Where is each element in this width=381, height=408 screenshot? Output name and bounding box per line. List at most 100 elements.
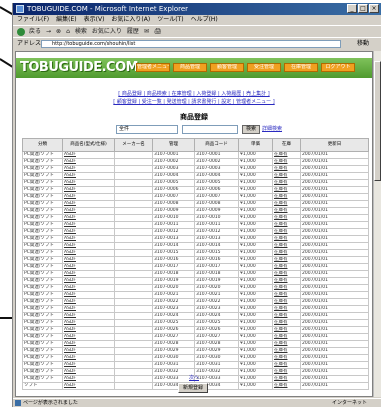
print-button[interactable]: 🖨 — [153, 27, 163, 36]
col-header-price[interactable]: 単価 — [238, 138, 273, 152]
favorites-button[interactable]: お気に入り — [91, 27, 123, 36]
table-cell[interactable]: 在庫有 — [272, 305, 301, 313]
table-cell[interactable]: 在庫有 — [272, 193, 301, 201]
table-row[interactable]: PC関連/ソフト ASDF 3107-0006 3107-0006 ¥1,000 在庫有 2… — [22, 186, 369, 194]
table-row[interactable]: PC関連/ソフト ASDF 3107-0005 3107-0005 ¥1,000 在庫有 2… — [22, 179, 369, 187]
table-cell[interactable]: 在庫有 — [272, 186, 301, 194]
history-button[interactable]: 履歴 — [126, 27, 140, 36]
table-cell[interactable]: ASDF — [62, 186, 115, 194]
table-cell[interactable]: 在庫有 — [272, 256, 301, 264]
table-row[interactable]: PC関連/ソフト ASDF 3107-0022 3107-0022 ¥1,000 在庫有 2… — [22, 298, 369, 306]
table-cell[interactable]: ASDF — [62, 333, 115, 341]
table-cell[interactable]: 在庫有 — [272, 151, 301, 159]
stop-button[interactable]: ⊗ — [55, 27, 62, 36]
table-cell[interactable]: 在庫有 — [272, 333, 301, 341]
table-row[interactable]: PC関連/ソフト ASDF 3107-0028 3107-0028 ¥1,000 在庫有 2… — [22, 340, 369, 348]
table-cell[interactable]: ASDF — [62, 361, 115, 369]
table-row[interactable]: PC関連/ソフト ASDF 3107-0019 3107-0019 ¥1,000 在庫有 2… — [22, 277, 369, 285]
menu-view[interactable]: 表示(V) — [84, 15, 105, 25]
table-cell[interactable]: 在庫有 — [272, 228, 301, 236]
table-cell[interactable]: 在庫有 — [272, 277, 301, 285]
col-header-category[interactable]: 分類 — [22, 138, 63, 152]
search-input[interactable] — [182, 125, 238, 134]
menu-favorites[interactable]: お気に入り(A) — [111, 15, 150, 25]
table-row[interactable]: PC関連/ソフト ASDF 3107-0017 3107-0017 ¥1,000 在庫有 2… — [22, 263, 369, 271]
table-row[interactable]: PC関連/ソフト ASDF 3107-0001 3107-0001 ¥1,000 在庫有 2… — [22, 151, 369, 159]
table-row[interactable]: PC関連/ソフト ASDF 3107-0009 3107-0009 ¥1,000 在庫有 2… — [22, 207, 369, 215]
go-button[interactable]: 移動 — [357, 39, 369, 49]
table-cell[interactable]: 在庫有 — [272, 200, 301, 208]
table-cell[interactable]: 在庫有 — [272, 382, 301, 390]
search-submit-button[interactable]: 検索 — [242, 125, 261, 134]
table-row[interactable]: PC関連/ソフト ASDF 3107-0020 3107-0020 ¥1,000 在庫有 2… — [22, 284, 369, 292]
table-cell[interactable]: 在庫有 — [272, 340, 301, 348]
table-cell[interactable]: 在庫有 — [272, 361, 301, 369]
table-cell[interactable]: 在庫有 — [272, 354, 301, 362]
table-cell[interactable]: ASDF — [62, 326, 115, 334]
table-row[interactable]: PC関連/ソフト ASDF 3107-0016 3107-0016 ¥1,000 在庫有 2… — [22, 256, 369, 264]
table-cell[interactable]: 在庫有 — [272, 172, 301, 180]
col-header-maker[interactable]: メーカー名 — [114, 138, 153, 152]
table-cell[interactable]: 在庫有 — [272, 284, 301, 292]
table-cell[interactable]: ASDF — [62, 319, 115, 327]
table-cell[interactable]: 在庫有 — [272, 298, 301, 306]
table-cell[interactable]: ASDF — [62, 270, 115, 278]
table-cell[interactable]: ASDF — [62, 172, 115, 180]
site-logo[interactable]: TOBUGUIDE.COM — [20, 60, 139, 75]
table-cell[interactable]: 在庫有 — [272, 235, 301, 243]
table-cell[interactable]: ASDF — [62, 340, 115, 348]
table-cell[interactable]: 在庫有 — [272, 263, 301, 271]
table-cell[interactable]: ASDF — [62, 298, 115, 306]
table-cell[interactable]: ASDF — [62, 207, 115, 215]
col-header-updated[interactable]: 更新日 — [300, 138, 369, 152]
table-cell[interactable]: ASDF — [62, 179, 115, 187]
category-select[interactable]: 全件 — [116, 125, 178, 134]
scroll-thumb[interactable] — [374, 61, 381, 181]
table-row[interactable]: PC関連/ソフト ASDF 3107-0026 3107-0026 ¥1,000 在庫有 2… — [22, 326, 369, 334]
table-cell[interactable]: ASDF — [62, 354, 115, 362]
table-cell[interactable]: 在庫有 — [272, 214, 301, 222]
table-row[interactable]: PC関連/ソフト ASDF 3107-0004 3107-0004 ¥1,000 在庫有 2… — [22, 172, 369, 180]
table-cell[interactable]: ASDF — [62, 221, 115, 229]
table-row[interactable]: PC関連/ソフト ASDF 3107-0015 3107-0015 ¥1,000 在庫有 2… — [22, 249, 369, 257]
table-cell[interactable]: ASDF — [62, 193, 115, 201]
next-page-link[interactable]: 次へ — [16, 374, 372, 381]
nav-tab-logout[interactable]: ログアウト — [321, 63, 355, 72]
table-cell[interactable]: ASDF — [62, 291, 115, 299]
table-row[interactable]: PC関連/ソフト ASDF 3107-0030 3107-0030 ¥1,000 在庫有 2… — [22, 354, 369, 362]
table-cell[interactable]: ASDF — [62, 305, 115, 313]
table-cell[interactable]: ASDF — [62, 165, 115, 173]
table-row[interactable]: PC関連/ソフト ASDF 3107-0013 3107-0013 ¥1,000 在庫有 2… — [22, 235, 369, 243]
close-button[interactable]: × — [369, 4, 379, 13]
minimize-button[interactable]: _ — [347, 4, 357, 13]
table-row[interactable]: PC関連/ソフト ASDF 3107-0011 3107-0011 ¥1,000 在庫有 2… — [22, 221, 369, 229]
table-cell[interactable]: ASDF — [62, 249, 115, 257]
table-row[interactable]: PC関連/ソフト ASDF 3107-0025 3107-0025 ¥1,000 在庫有 2… — [22, 319, 369, 327]
register-button[interactable]: 新規登録 — [178, 383, 209, 393]
table-cell[interactable]: ASDF — [62, 200, 115, 208]
nav-tab-stock[interactable]: 在庫管理 — [284, 63, 318, 72]
table-cell[interactable]: 在庫有 — [272, 242, 301, 250]
menu-help[interactable]: ヘルプ(H) — [191, 15, 218, 25]
table-cell[interactable]: ASDF — [62, 228, 115, 236]
table-cell[interactable]: 在庫有 — [272, 165, 301, 173]
table-cell[interactable]: ASDF — [62, 256, 115, 264]
maximize-button[interactable]: □ — [358, 4, 368, 13]
table-cell[interactable]: ASDF — [62, 277, 115, 285]
table-cell[interactable]: 在庫有 — [272, 326, 301, 334]
menu-tools[interactable]: ツール(T) — [157, 15, 183, 25]
nav-tab-admin[interactable]: 管理者メニュー — [136, 63, 170, 72]
home-button[interactable]: ⌂ — [65, 27, 71, 36]
nav-tab-products[interactable]: 商品管理 — [173, 63, 207, 72]
table-cell[interactable]: 在庫有 — [272, 179, 301, 187]
search-button[interactable]: 検索 — [74, 27, 88, 36]
table-row[interactable]: PC関連/ソフト ASDF 3107-0002 3107-0002 ¥1,000 在庫有 2… — [22, 158, 369, 166]
table-cell[interactable]: ASDF — [62, 263, 115, 271]
table-row[interactable]: PC関連/ソフト ASDF 3107-0023 3107-0023 ¥1,000 在庫有 2… — [22, 305, 369, 313]
table-cell[interactable]: 在庫有 — [272, 270, 301, 278]
table-cell[interactable]: ASDF — [62, 347, 115, 355]
table-cell[interactable]: 在庫有 — [272, 312, 301, 320]
nav-tab-customers[interactable]: 顧客管理 — [210, 63, 244, 72]
back-button[interactable]: 戻る — [28, 27, 42, 36]
table-cell[interactable]: 在庫有 — [272, 207, 301, 215]
